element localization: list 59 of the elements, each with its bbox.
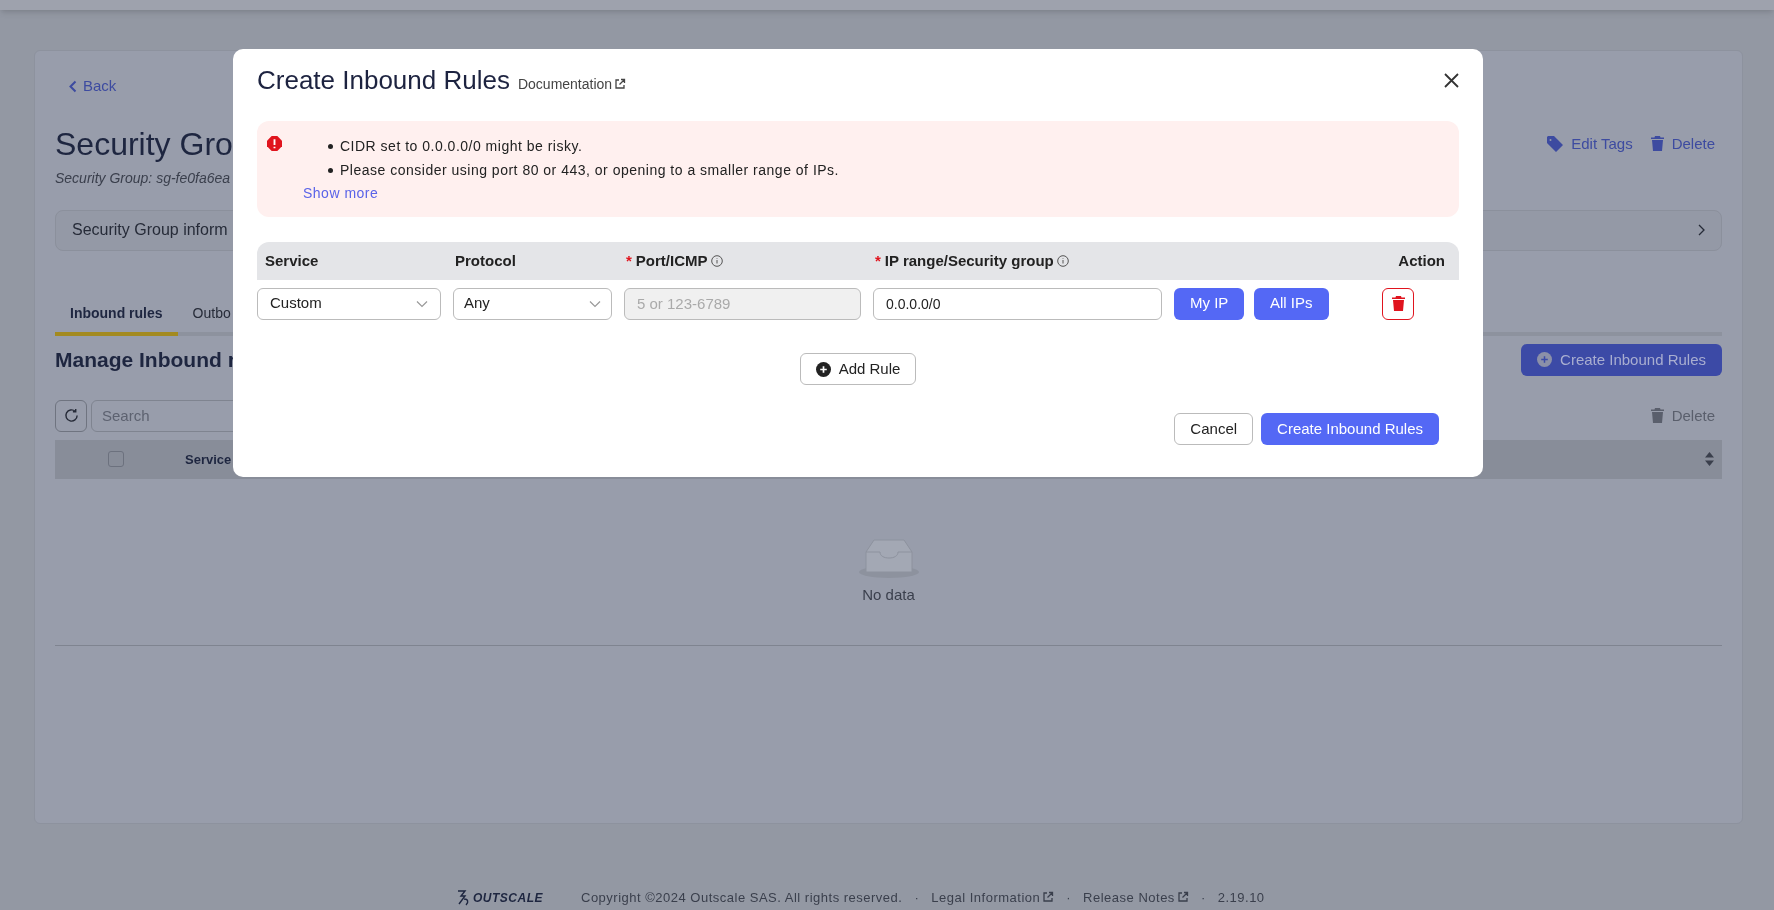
separator: ·	[1200, 889, 1206, 907]
column-header: Service	[185, 450, 232, 469]
required-marker: *	[875, 250, 881, 271]
refresh-icon	[63, 408, 79, 424]
show-more-link[interactable]: Show more	[303, 183, 839, 204]
plus-circle-icon	[1537, 352, 1553, 368]
add-rule-button[interactable]: Add Rule	[799, 353, 917, 385]
documentation-link[interactable]: Documentation	[517, 74, 627, 95]
plus-circle-icon	[815, 361, 831, 377]
page-subtitle: Security Group: sg-fe0fa6ea	[55, 168, 231, 188]
bullet	[328, 167, 333, 173]
separator: ·	[1066, 889, 1072, 907]
checkbox[interactable]	[108, 451, 124, 468]
warning-text: Please consider using port 80 or 443, or opening to a smaller range of IPs.	[340, 160, 839, 180]
column-header: Service	[265, 250, 319, 271]
page-title: Security Gro	[55, 124, 233, 164]
chevron-down-icon	[589, 299, 601, 308]
delete-rule-button[interactable]	[1382, 287, 1414, 320]
modal-title: Create Inbound Rules	[257, 64, 510, 97]
external-link-icon	[614, 78, 627, 90]
trash-icon	[1391, 296, 1405, 311]
trash-icon	[1650, 408, 1664, 424]
cancel-button[interactable]: Cancel	[1174, 413, 1254, 445]
back-link[interactable]: Back	[69, 75, 117, 98]
create-rules-button[interactable]: Create Inbound Rules	[1521, 343, 1722, 376]
footer-link[interactable]: Release Notes	[1083, 888, 1189, 908]
protocol-select[interactable]: Any	[453, 287, 612, 320]
separator: ·	[914, 889, 920, 907]
logo-text: OUTSCALE	[473, 889, 543, 907]
required-marker: *	[626, 250, 632, 271]
delete-link[interactable]: Delete	[1650, 132, 1715, 155]
my-ip-button[interactable]: My IP	[1174, 287, 1245, 320]
close-icon	[1443, 73, 1459, 88]
sort-icon	[1705, 452, 1714, 467]
version-text: 2.19.10	[1217, 889, 1265, 907]
chevron-right-icon	[1698, 224, 1705, 237]
column-header: IP range/Security group	[884, 250, 1054, 271]
column-header: Port/ICMP	[635, 250, 708, 271]
column-header: Action	[1398, 250, 1445, 271]
tag-icon	[1547, 135, 1564, 152]
logo-icon	[455, 888, 471, 907]
copyright-text: Copyright ©2024 Outscale SAS. All rights reserved.	[581, 889, 903, 907]
service-select[interactable]: Custom	[257, 287, 441, 320]
warning-text: CIDR set to 0.0.0.0/0 might be risky.	[340, 136, 583, 156]
column-header: Protocol	[455, 250, 516, 271]
footer-link[interactable]: Legal Information	[931, 888, 1055, 908]
bullet	[328, 143, 333, 149]
refresh-button[interactable]	[55, 399, 87, 432]
panel-title: Security Group inform	[72, 220, 228, 241]
trash-icon	[1650, 136, 1664, 152]
chevron-left-icon	[69, 79, 77, 93]
empty-text: No data	[862, 584, 915, 605]
all-ips-button[interactable]: All IPs	[1254, 287, 1329, 320]
ip-range-field[interactable]: 0.0.0.0/0	[873, 287, 1162, 320]
tab[interactable]: Inbound rules	[55, 302, 178, 336]
error-icon	[267, 136, 282, 151]
submit-button[interactable]: Create Inbound Rules	[1261, 413, 1439, 445]
chevron-down-icon	[416, 299, 428, 308]
edit-tags-link[interactable]: Edit Tags	[1547, 132, 1633, 155]
